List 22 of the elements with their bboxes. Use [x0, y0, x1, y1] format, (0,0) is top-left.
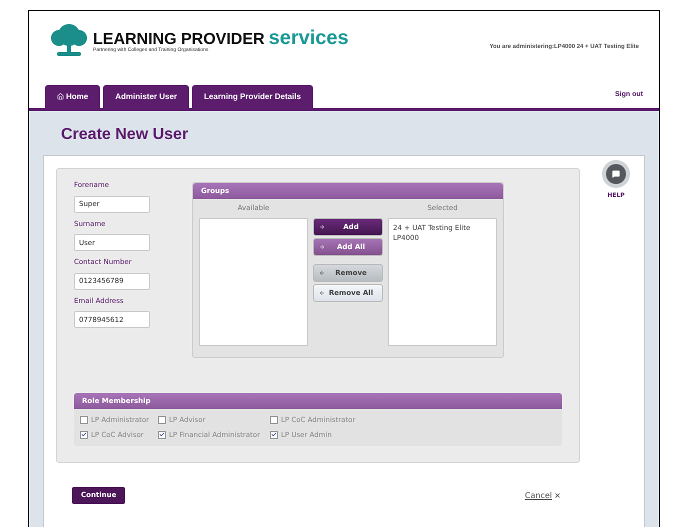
brand-name: LEARNING PROVIDER	[93, 32, 265, 48]
arrow-right-icon	[319, 244, 325, 250]
checkbox[interactable]	[80, 416, 88, 424]
tree-logo-icon	[49, 23, 89, 57]
page-title: Create New User	[61, 125, 190, 145]
checkbox[interactable]	[270, 430, 278, 439]
checkbox[interactable]	[80, 430, 88, 439]
arrow-right-icon	[319, 224, 325, 230]
checkbox[interactable]	[270, 416, 278, 424]
checkbox[interactable]	[158, 416, 166, 424]
cancel-link[interactable]: Cancel	[524, 490, 561, 502]
close-icon	[554, 492, 561, 499]
checkbox[interactable]	[158, 430, 166, 439]
brand-accent: services	[268, 28, 349, 48]
nav-tab[interactable]: Home	[45, 85, 100, 108]
help-button[interactable]	[602, 160, 630, 188]
arrow-left-icon	[319, 290, 325, 296]
arrow-left-icon	[319, 270, 325, 276]
nav-tab[interactable]: Administer User	[103, 85, 190, 108]
speech-bubble-icon	[612, 170, 620, 178]
home-icon	[57, 93, 64, 100]
nav-tab[interactable]: Learning Provider Details	[192, 85, 313, 108]
